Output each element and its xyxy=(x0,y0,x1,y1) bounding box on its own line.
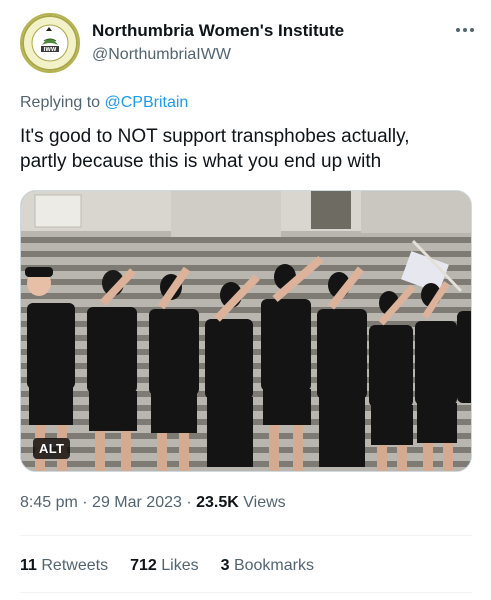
tweet-text-line: partly because this is what you end up w… xyxy=(20,151,382,172)
separator-dot: · xyxy=(186,494,197,511)
views-label: Views xyxy=(243,494,286,511)
tweet-text-line: It's good to NOT support transphobes act… xyxy=(20,126,410,147)
tweet-date[interactable]: 29 Mar 2023 xyxy=(92,494,182,511)
tweet-meta: 8:45 pm · 29 Mar 2023 · 23.5K Views xyxy=(20,493,286,513)
engagement-stats: 11 Retweets 712 Likes 3 Bookmarks xyxy=(20,556,314,576)
likes-label: Likes xyxy=(161,557,199,574)
bookmarks-count: 3 xyxy=(220,557,230,574)
views-count: 23.5K xyxy=(196,494,239,511)
retweets-stat[interactable]: 11 Retweets xyxy=(20,556,108,576)
photo-image xyxy=(21,191,471,471)
separator-dot: · xyxy=(82,494,93,511)
dot xyxy=(470,28,474,32)
tweet-time[interactable]: 8:45 pm xyxy=(20,494,78,511)
dot xyxy=(463,28,467,32)
alt-text-badge[interactable]: ALT xyxy=(33,438,71,459)
reply-mention-link[interactable]: @CPBritain xyxy=(105,94,189,111)
author-display-name[interactable]: Northumbria Women's Institute xyxy=(92,20,344,42)
likes-stat[interactable]: 712 Likes xyxy=(130,556,199,576)
likes-count: 712 xyxy=(130,557,157,574)
tweet-text: It's good to NOT support transphobes act… xyxy=(20,124,470,174)
reply-context: Replying to @CPBritain xyxy=(20,93,188,113)
tweet-photo[interactable]: ALT xyxy=(20,190,472,472)
tweet-card: IWW Northumbria Women's Institute @North… xyxy=(0,0,491,600)
reply-prefix: Replying to xyxy=(20,94,101,111)
avatar[interactable]: IWW xyxy=(20,13,80,73)
more-options-icon[interactable] xyxy=(453,20,477,40)
iww-logo-icon: IWW xyxy=(22,15,78,71)
author-block: Northumbria Women's Institute @Northumbr… xyxy=(92,20,344,66)
retweets-label: Retweets xyxy=(41,557,109,574)
divider xyxy=(20,592,472,593)
svg-text:IWW: IWW xyxy=(44,47,57,53)
dot xyxy=(456,28,460,32)
retweets-count: 11 xyxy=(20,557,37,574)
author-handle[interactable]: @NorthumbriaIWW xyxy=(92,44,344,66)
bookmarks-stat[interactable]: 3 Bookmarks xyxy=(221,556,314,576)
bookmarks-label: Bookmarks xyxy=(233,557,314,574)
divider xyxy=(20,535,472,536)
